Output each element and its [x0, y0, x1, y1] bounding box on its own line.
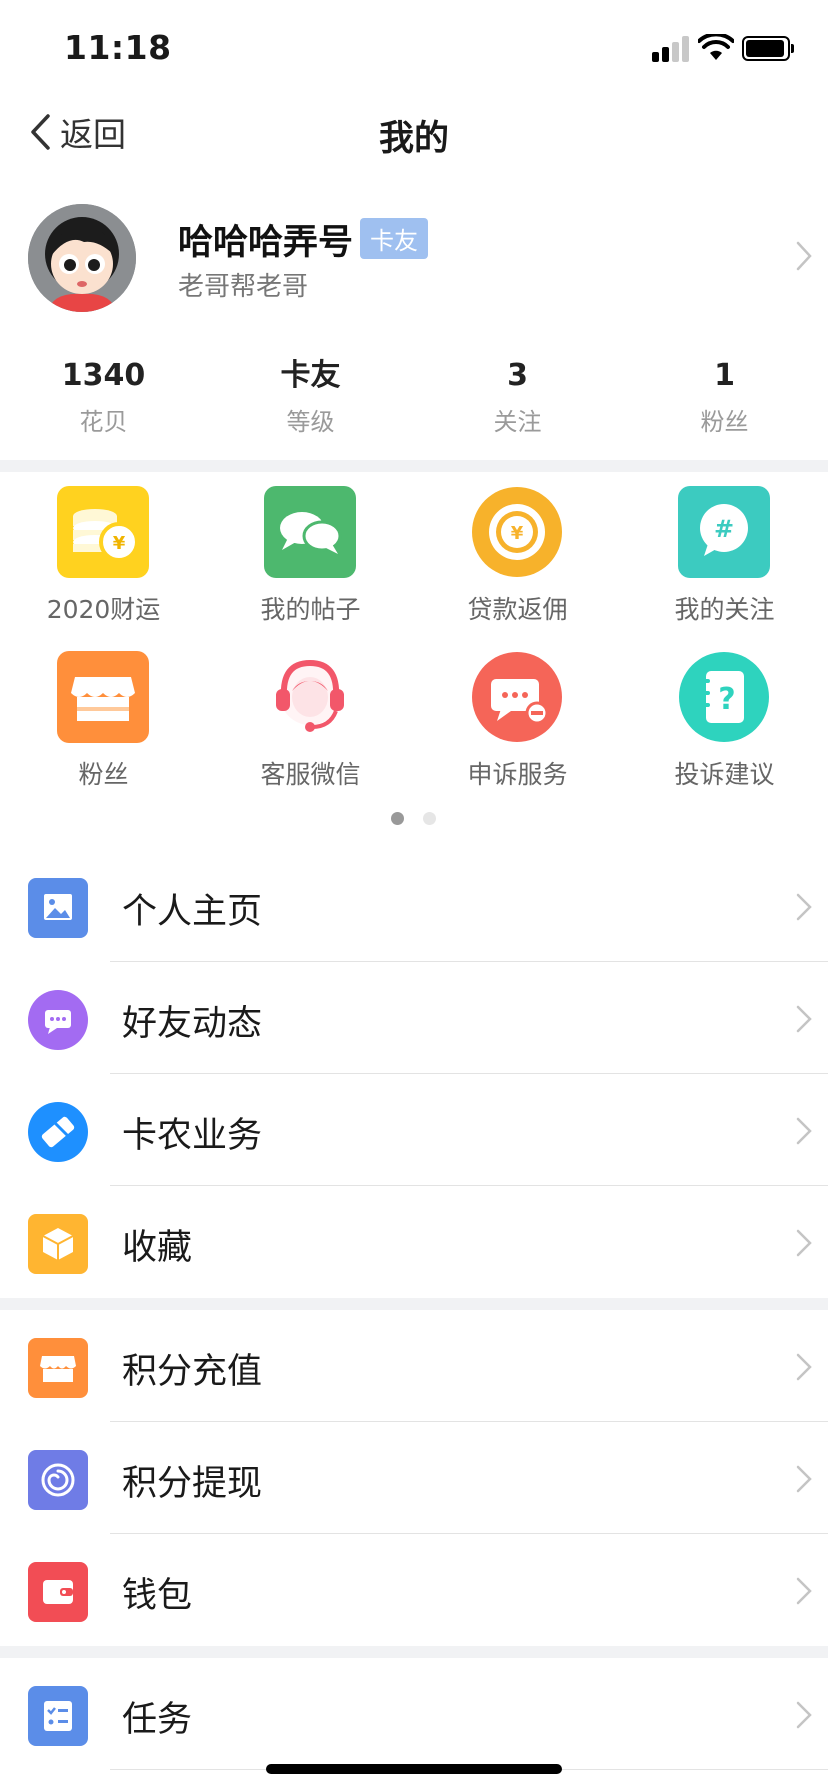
- stat-value: 1340: [61, 358, 146, 393]
- stat-label: 关注: [493, 408, 542, 436]
- coins-icon: ¥: [57, 486, 149, 578]
- status-bar: 11:18: [0, 0, 828, 100]
- store-icon: [28, 1338, 88, 1398]
- chevron-right-icon: [796, 1701, 812, 1729]
- menu-item-favorites[interactable]: 收藏: [0, 1186, 828, 1298]
- home-indicator: [266, 1764, 562, 1774]
- stat-value: 1: [714, 358, 735, 393]
- task-list-icon: [28, 1686, 88, 1746]
- stat-label: 等级: [286, 408, 335, 436]
- menu-item-label: 任务: [122, 1700, 193, 1740]
- stat-fans[interactable]: 1 粉丝: [621, 356, 828, 446]
- grid-item-appeal[interactable]: 申诉服务: [414, 651, 621, 801]
- handshake-icon: [28, 1102, 88, 1162]
- store-icon: [57, 651, 149, 743]
- chevron-right-icon: [796, 241, 812, 271]
- hashtag-bubble-icon: #: [678, 486, 770, 578]
- shortcut-grid: ¥ 2020财运 我的帖子 ¥ 贷款返佣 # 我的关注 粉丝 客服微信 申诉服务…: [0, 486, 828, 806]
- chevron-right-icon: [796, 1005, 812, 1033]
- page-dot-active: [391, 812, 404, 825]
- chevron-right-icon: [796, 1229, 812, 1257]
- grid-label: 客服微信: [260, 760, 361, 789]
- menu-item-personal-homepage[interactable]: 个人主页: [0, 850, 828, 962]
- message-minus-icon: [472, 652, 562, 742]
- grid-item-loan-rebate[interactable]: ¥ 贷款返佣: [414, 486, 621, 636]
- page-indicator[interactable]: [0, 812, 828, 826]
- stat-following[interactable]: 3 关注: [414, 356, 621, 446]
- grid-label: 投诉建议: [674, 760, 775, 789]
- status-time: 11:18: [64, 28, 172, 67]
- menu-item-label: 积分提现: [122, 1464, 263, 1504]
- headset-agent-icon: [276, 659, 344, 732]
- grid-item-fans[interactable]: 粉丝: [0, 651, 207, 801]
- chevron-right-icon: [796, 1117, 812, 1145]
- stat-huabei[interactable]: 1340 花贝: [0, 356, 207, 446]
- menu-item-label: 好友动态: [122, 1004, 263, 1044]
- menu-item-label: 积分充值: [122, 1352, 263, 1392]
- grid-label: 2020财运: [46, 595, 161, 624]
- svg-text:?: ?: [718, 682, 735, 717]
- grid-label: 我的关注: [674, 595, 775, 624]
- menu-item-label: 个人主页: [122, 892, 263, 932]
- cellular-signal-icon: [652, 36, 690, 62]
- stat-label: 粉丝: [700, 408, 749, 436]
- menu-item-label: 收藏: [122, 1228, 193, 1268]
- username: 哈哈哈弄号: [178, 223, 354, 263]
- box-icon: [28, 1214, 88, 1274]
- chevron-right-icon: [796, 1353, 812, 1381]
- image-icon: [28, 878, 88, 938]
- profile-subtitle: 老哥帮老哥: [178, 272, 309, 302]
- spiral-icon: [28, 1450, 88, 1510]
- menu-item-friend-feed[interactable]: 好友动态: [0, 962, 828, 1074]
- grid-item-my-posts[interactable]: 我的帖子: [207, 486, 414, 636]
- avatar: [28, 204, 136, 312]
- stat-level[interactable]: 卡友 等级: [207, 356, 414, 446]
- menu-item-wallet[interactable]: 钱包: [0, 1534, 828, 1646]
- menu-item-tasks[interactable]: 任务: [0, 1658, 828, 1770]
- grid-item-customer-wechat[interactable]: 客服微信: [207, 651, 414, 801]
- grid-item-fortune[interactable]: ¥ 2020财运: [0, 486, 207, 636]
- menu-item-label: 卡农业务: [122, 1116, 263, 1156]
- menu-item-points-recharge[interactable]: 积分充值: [0, 1310, 828, 1422]
- svg-text:¥: ¥: [511, 523, 524, 544]
- menu-item-points-withdraw[interactable]: 积分提现: [0, 1422, 828, 1534]
- stat-label: 花贝: [79, 408, 128, 436]
- section-divider: [0, 1646, 828, 1658]
- yuan-coin-icon: ¥: [472, 487, 562, 577]
- svg-text:¥: ¥: [113, 533, 126, 554]
- menu-item-kanong-business[interactable]: 卡农业务: [0, 1074, 828, 1186]
- wallet-icon: [28, 1562, 88, 1622]
- grid-label: 我的帖子: [260, 595, 361, 624]
- nav-bar: 返回 我的: [0, 100, 828, 164]
- chevron-right-icon: [796, 1465, 812, 1493]
- grid-label: 申诉服务: [467, 760, 568, 789]
- stat-value: 3: [507, 358, 528, 393]
- chevron-right-icon: [796, 893, 812, 921]
- wifi-icon: [698, 34, 734, 60]
- stats-row: 1340 花贝 卡友 等级 3 关注 1 粉丝: [0, 356, 828, 446]
- page-title: 我的: [378, 119, 449, 159]
- grid-item-complaint[interactable]: ? 投诉建议: [621, 651, 828, 801]
- battery-icon: [742, 36, 794, 61]
- grid-label: 粉丝: [78, 760, 129, 789]
- section-divider: [0, 1298, 828, 1310]
- question-notebook-icon: ?: [679, 652, 769, 742]
- profile-card[interactable]: 哈哈哈弄号 卡友 老哥帮老哥: [0, 198, 828, 322]
- svg-text:#: #: [714, 515, 734, 543]
- chat-bubbles-icon: [264, 486, 356, 578]
- level-badge: 卡友: [360, 218, 428, 259]
- page-dot-inactive: [423, 812, 436, 825]
- menu-item-label: 钱包: [122, 1576, 193, 1616]
- grid-item-my-follows[interactable]: # 我的关注: [621, 486, 828, 636]
- chevron-right-icon: [796, 1577, 812, 1605]
- message-dots-icon: [28, 990, 88, 1050]
- section-divider: [0, 460, 828, 472]
- grid-label: 贷款返佣: [467, 595, 568, 624]
- stat-value: 卡友: [280, 358, 341, 393]
